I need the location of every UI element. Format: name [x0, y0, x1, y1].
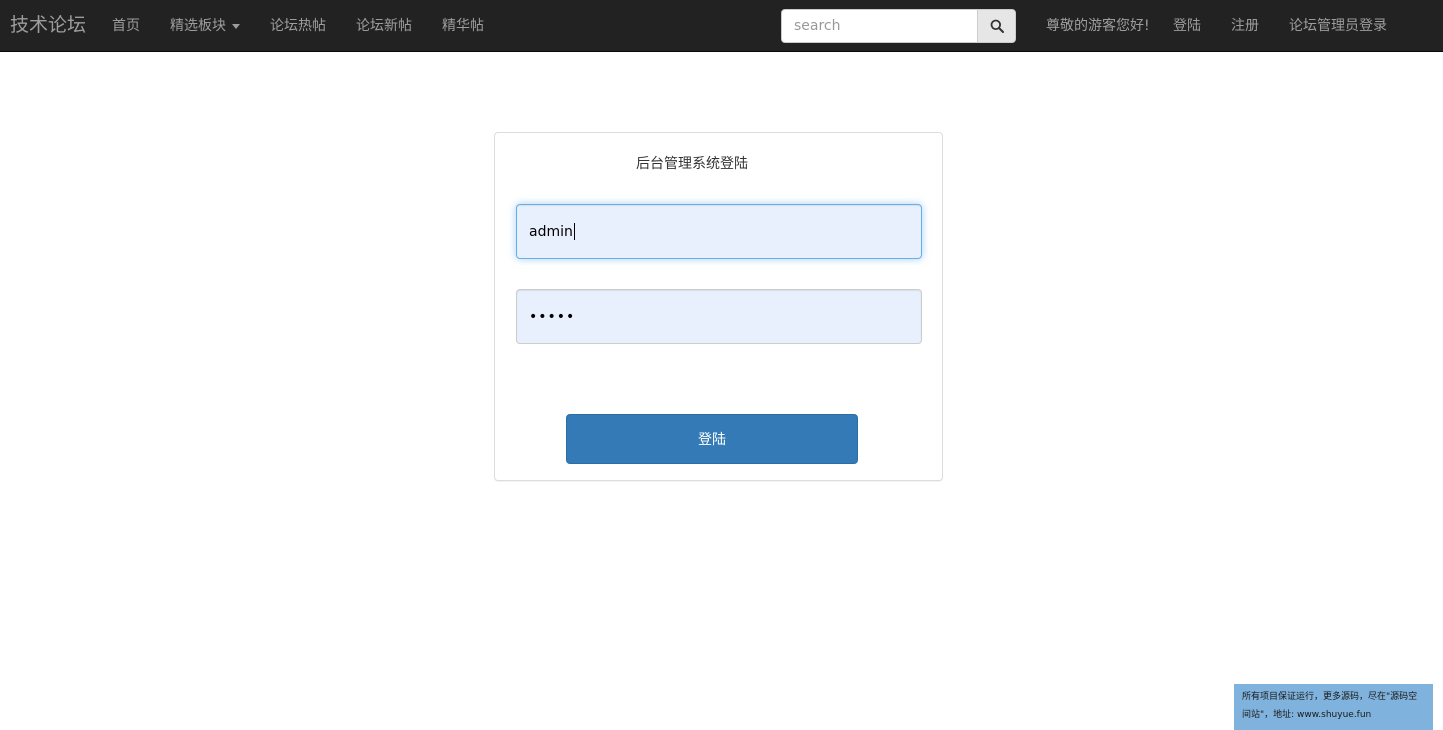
nav-featured-boards-label: 精选板块	[170, 18, 226, 34]
notice-text: 所有项目保证运行，更多源码，尽在"源码空间站"，地址: www.shuyue.f…	[1242, 692, 1418, 720]
top-navbar: 技术论坛 首页 精选板块 论坛热帖 论坛新帖 精华帖 尊敬的游客您好! 登陆 注…	[0, 0, 1443, 52]
nav-essence-posts[interactable]: 精华帖	[442, 17, 484, 35]
source-notice-banner: 所有项目保证运行，更多源码，尽在"源码空间站"，地址: www.shuyue.f…	[1234, 684, 1433, 730]
nav-new-posts[interactable]: 论坛新帖	[356, 17, 412, 35]
nav-home[interactable]: 首页	[112, 17, 140, 35]
login-submit-button[interactable]: 登陆	[566, 414, 858, 464]
brand-logo[interactable]: 技术论坛	[10, 13, 86, 37]
search-input[interactable]	[781, 9, 977, 43]
text-cursor	[573, 223, 575, 240]
search-icon	[990, 19, 1004, 33]
login-title: 后台管理系统登陆	[636, 156, 748, 172]
guest-greeting: 尊敬的游客您好!	[1046, 18, 1150, 34]
nav-admin-login-link[interactable]: 论坛管理员登录	[1289, 17, 1387, 35]
search-group	[781, 9, 1016, 43]
caret-down-icon	[232, 23, 240, 29]
username-value: admin	[529, 223, 573, 240]
nav-featured-boards-dropdown[interactable]: 精选板块	[170, 17, 240, 35]
nav-login-link[interactable]: 登陆	[1173, 17, 1201, 35]
username-input[interactable]: admin	[516, 204, 922, 259]
password-input[interactable]: •••••	[516, 289, 922, 344]
nav-register-link[interactable]: 注册	[1231, 17, 1259, 35]
password-mask: •••••	[529, 308, 576, 325]
admin-login-panel: 后台管理系统登陆 admin ••••• 登陆	[494, 132, 943, 481]
login-submit-label: 登陆	[698, 432, 726, 448]
search-button[interactable]	[977, 9, 1016, 43]
nav-hot-posts[interactable]: 论坛热帖	[270, 17, 326, 35]
